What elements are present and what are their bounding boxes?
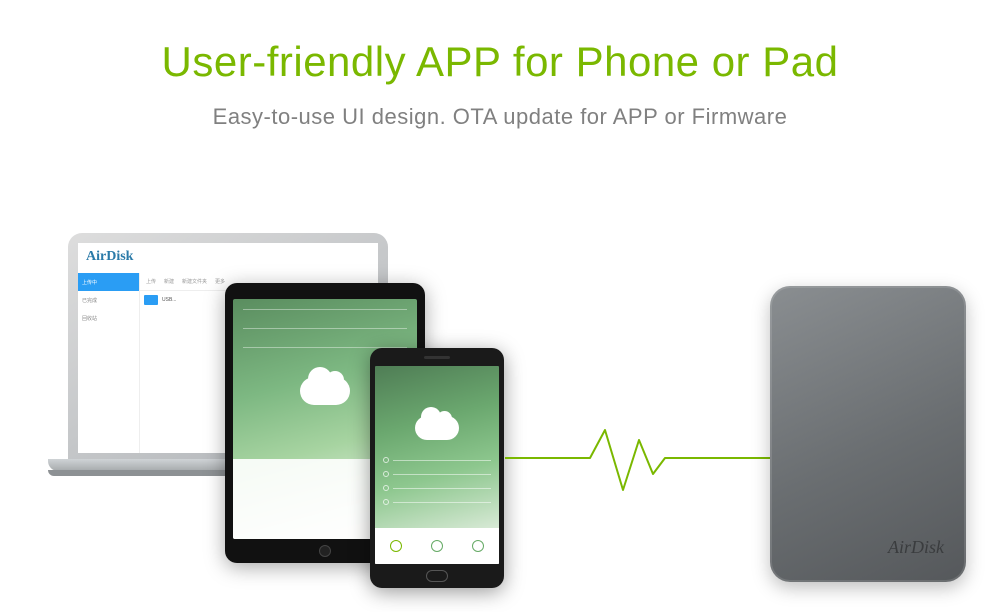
download-icon xyxy=(390,540,402,552)
laptop-sidebar: 上传中 已完成 回收站 xyxy=(78,273,140,453)
laptop-brand-logo: AirDisk xyxy=(86,249,133,265)
connection-waveform xyxy=(505,418,785,498)
nav-icon xyxy=(431,540,443,552)
page-title: User-friendly APP for Phone or Pad xyxy=(0,38,1000,86)
sidebar-item: 回收站 xyxy=(78,309,139,327)
illustration-stage: AirDisk 上传中 已完成 回收站 上传 新建 新建文件夹 更多 USB..… xyxy=(0,233,1000,593)
phone-menu-lines xyxy=(383,456,491,512)
toolbar-item: 新建文件夹 xyxy=(182,278,207,285)
phone-mockup xyxy=(370,348,504,588)
cloud-icon xyxy=(415,416,459,440)
toolbar-item: 上传 xyxy=(146,278,156,285)
folder-icon xyxy=(144,295,158,305)
sidebar-item: 已完成 xyxy=(78,291,139,309)
waveform-icon xyxy=(505,418,785,498)
phone-home-button xyxy=(426,570,448,582)
toolbar-item: 更多 xyxy=(215,278,225,285)
cloud-icon xyxy=(300,377,350,405)
page-subtitle: Easy-to-use UI design. OTA update for AP… xyxy=(0,104,1000,130)
phone-bottom-bar xyxy=(375,528,499,564)
toolbar-item: 新建 xyxy=(164,278,174,285)
folder-label: USB... xyxy=(162,297,176,303)
sidebar-item: 上传中 xyxy=(78,273,139,291)
nav-icon xyxy=(472,540,484,552)
device-logo: AirDisk xyxy=(888,537,944,558)
phone-screen xyxy=(375,366,499,564)
storage-device: AirDisk xyxy=(770,286,966,582)
tablet-home-button xyxy=(319,545,331,557)
phone-speaker xyxy=(424,356,450,359)
